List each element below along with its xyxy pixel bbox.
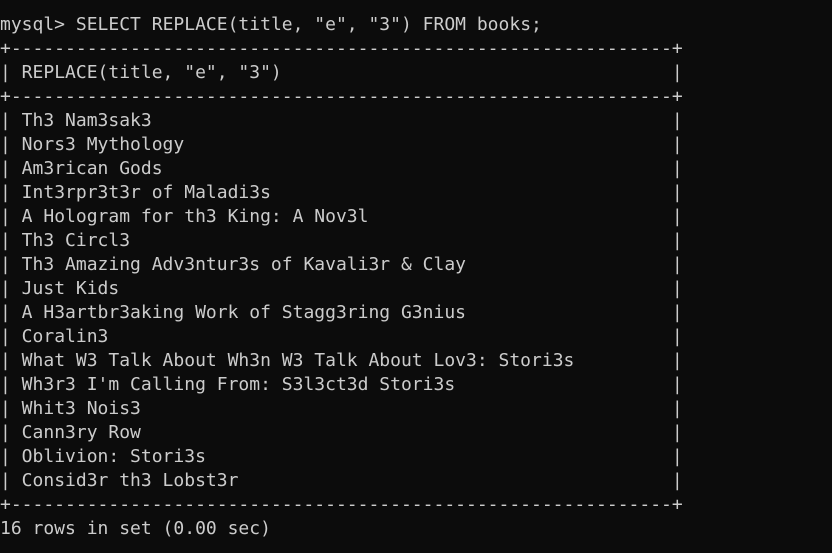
table-row: | Th3 Amazing Adv3ntur3s of Kavali3r & C… [0, 254, 683, 275]
table-row: | Whit3 Nois3 | [0, 398, 683, 419]
table-cell: Whit3 Nois3 [10, 398, 672, 419]
table-cell: Th3 Circl3 [10, 230, 672, 251]
table-cell: Oblivion: Stori3s [10, 446, 672, 467]
table-border-bottom: +---------------------------------------… [0, 494, 683, 515]
table-cell: A Hologram for th3 King: A Nov3l [10, 206, 672, 227]
table-cell: Coralin3 [10, 326, 672, 347]
table-header-row: | REPLACE(title, "e", "3") | [0, 62, 683, 83]
table-cell: Consid3r th3 Lobst3r [10, 470, 672, 491]
table-row: | Am3rican Gods | [0, 158, 683, 179]
table-row: | Th3 Nam3sak3 | [0, 110, 683, 131]
table-cell: Wh3r3 I'm Calling From: S3l3ct3d Stori3s [10, 374, 672, 395]
table-row: | Wh3r3 I'm Calling From: S3l3ct3d Stori… [0, 374, 683, 395]
table-row: | Int3rpr3t3r of Maladi3s | [0, 182, 683, 203]
table-row: | What W3 Talk About Wh3n W3 Talk About … [0, 350, 683, 371]
table-row: | Consid3r th3 Lobst3r | [0, 470, 683, 491]
column-header: REPLACE(title, "e", "3") [10, 62, 672, 83]
table-row: | A H3artbr3aking Work of Stagg3ring G3n… [0, 302, 683, 323]
mysql-prompt: mysql> [0, 14, 66, 35]
table-row: | Coralin3 | [0, 326, 683, 347]
table-row: | Oblivion: Stori3s | [0, 446, 683, 467]
table-row: | A Hologram for th3 King: A Nov3l | [0, 206, 683, 227]
table-row: | Just Kids | [0, 278, 683, 299]
command-line: mysql> SELECT REPLACE(title, "e", "3") F… [0, 13, 542, 37]
table-row: | Cann3ry Row | [0, 422, 683, 443]
table-row: | Nors3 Mythology | [0, 134, 683, 155]
table-border-header: +---------------------------------------… [0, 86, 683, 107]
table-cell: A H3artbr3aking Work of Stagg3ring G3niu… [10, 302, 672, 323]
table-row: | Th3 Circl3 | [0, 230, 683, 251]
table-cell: Cann3ry Row [10, 422, 672, 443]
sql-command: SELECT REPLACE(title, "e", "3") FROM boo… [75, 14, 542, 35]
table-cell: Th3 Amazing Adv3ntur3s of Kavali3r & Cla… [10, 254, 672, 275]
table-border-top: +---------------------------------------… [0, 38, 683, 59]
table-cell: Th3 Nam3sak3 [10, 110, 672, 131]
result-summary: 16 rows in set (0.00 sec) [0, 518, 271, 539]
table-cell: Nors3 Mythology [10, 134, 672, 155]
table-cell: What W3 Talk About Wh3n W3 Talk About Lo… [10, 350, 672, 371]
terminal-window[interactable]: mysql> SELECT REPLACE(title, "e", "3") F… [0, 0, 832, 553]
table-cell: Int3rpr3t3r of Maladi3s [10, 182, 672, 203]
table-cell: Am3rican Gods [10, 158, 672, 179]
table-cell: Just Kids [10, 278, 672, 299]
